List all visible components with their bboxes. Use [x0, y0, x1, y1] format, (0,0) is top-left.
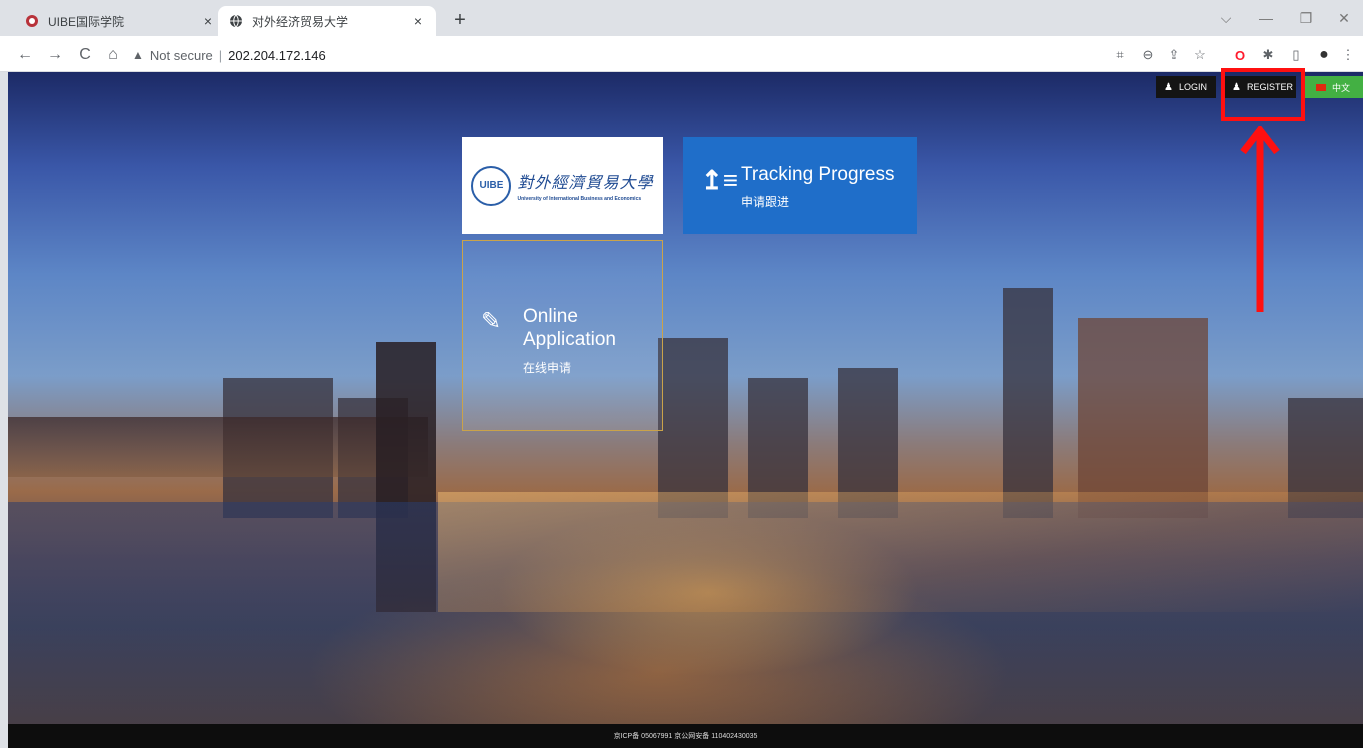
annotation-arrow-icon: [1240, 126, 1280, 312]
tab-title: 对外经济贸易大学: [252, 14, 349, 29]
university-name-cn: 對外經濟貿易大學: [517, 173, 654, 192]
online-title-line2: Application: [523, 329, 616, 350]
zoom-icon[interactable]: ⊖: [1138, 45, 1158, 65]
minimize-button[interactable]: —: [1250, 6, 1282, 30]
language-label: 中文: [1331, 82, 1350, 93]
login-button[interactable]: ♟ LOGIN: [1156, 76, 1216, 98]
tab-close-icon[interactable]: ×: [410, 13, 426, 29]
user-icon: ♟: [1164, 81, 1173, 93]
warning-icon[interactable]: ▲: [132, 48, 144, 62]
tab-search-icon[interactable]: ⌵: [1210, 6, 1242, 30]
uibe-emblem-icon: UIBE: [471, 165, 512, 206]
edit-document-icon: ✎: [481, 308, 502, 335]
online-application-tile[interactable]: ✎ Online Application 在线申请: [462, 240, 663, 431]
back-button[interactable]: ←: [14, 44, 36, 66]
china-flag-icon: [1315, 83, 1326, 91]
restore-button[interactable]: ❐: [1290, 6, 1322, 30]
security-label[interactable]: Not secure: [150, 48, 213, 63]
tracking-progress-tile[interactable]: ↥≡ Tracking Progress 申请跟进: [683, 137, 917, 234]
annotation-highlight-box: [1221, 68, 1305, 121]
browser-menu-icon[interactable]: ⋮: [1338, 45, 1358, 65]
side-panel-icon[interactable]: ▯: [1286, 45, 1306, 65]
sort-progress-icon: ↥≡: [701, 165, 738, 195]
login-label: LOGIN: [1178, 82, 1207, 92]
address-separator: |: [218, 47, 223, 63]
university-name-en: University of International Business and…: [517, 196, 642, 202]
tab-strip: UIBE国际学院 × 对外经济贸易大学 × + ⌵ — ❐ ✕: [0, 0, 1363, 36]
bookmark-star-icon[interactable]: ☆: [1190, 45, 1210, 65]
tab-uibe-main[interactable]: 对外经济贸易大学 ×: [218, 6, 436, 36]
reload-button[interactable]: C: [74, 44, 96, 66]
translate-icon[interactable]: ⌗: [1110, 45, 1130, 65]
online-subtitle: 在线申请: [523, 361, 572, 375]
background-building: [1003, 288, 1053, 518]
profile-avatar-icon[interactable]: ●: [1314, 45, 1334, 65]
new-tab-button[interactable]: +: [448, 10, 472, 32]
browser-toolbar: ← → C ⌂ ▲ Not secure | 202.204.172.146 ⌗…: [0, 36, 1363, 72]
language-switch-button[interactable]: 中文: [1303, 76, 1363, 98]
url-text[interactable]: 202.204.172.146: [228, 48, 326, 63]
highway-lights: [438, 492, 1363, 612]
university-logo-tile[interactable]: UIBE 對外經濟貿易大學 University of Internationa…: [462, 137, 663, 234]
forward-button[interactable]: →: [44, 44, 66, 66]
tab-close-icon[interactable]: ×: [200, 13, 216, 29]
bridge: [8, 417, 428, 477]
address-bar[interactable]: ▲ Not secure | 202.204.172.146: [132, 42, 1082, 68]
tracking-title: Tracking Progress: [741, 164, 895, 185]
footer-icp: 京ICP备 05067991 京公网安备 110402430035: [8, 724, 1363, 748]
opera-extension-icon[interactable]: O: [1230, 45, 1250, 65]
tracking-subtitle: 申请跟进: [741, 195, 790, 209]
globe-icon: [228, 13, 244, 29]
online-title-line1: Online: [523, 306, 578, 327]
share-icon[interactable]: ⇪: [1164, 45, 1184, 65]
tab-title: UIBE国际学院: [48, 14, 125, 29]
background-building: [1078, 318, 1208, 518]
browser-window: UIBE国际学院 × 对外经济贸易大学 × + ⌵ — ❐ ✕ ← → C ⌂ …: [0, 0, 1363, 748]
close-window-button[interactable]: ✕: [1328, 6, 1360, 30]
extensions-puzzle-icon[interactable]: ✱: [1258, 45, 1278, 65]
uibe-logo-icon: [24, 13, 40, 29]
home-button[interactable]: ⌂: [102, 44, 124, 66]
tab-uibe-intl[interactable]: UIBE国际学院 ×: [14, 6, 226, 36]
background-building: [658, 338, 728, 518]
